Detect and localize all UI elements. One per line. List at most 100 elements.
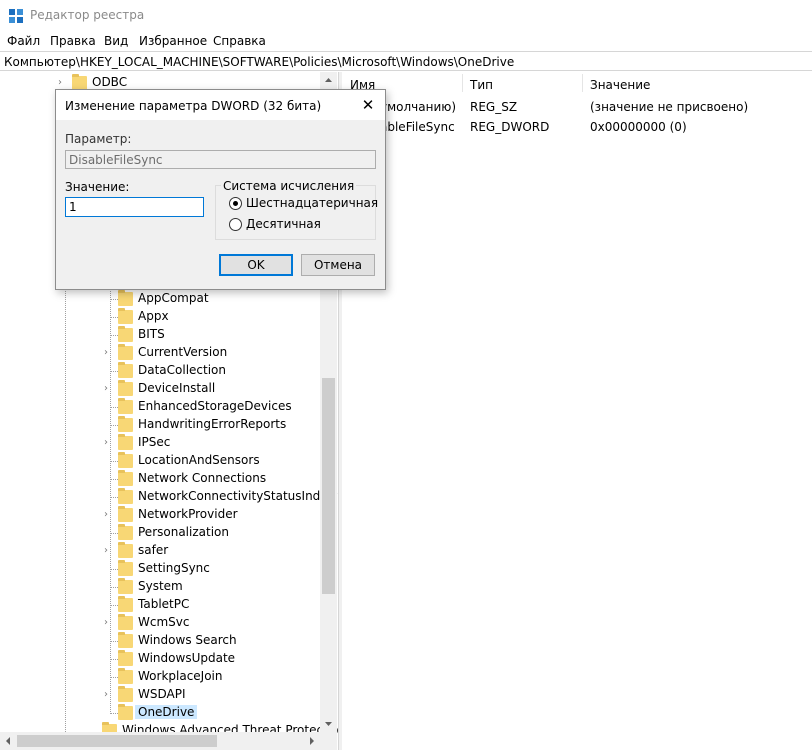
radio-decimal[interactable]: Десятичная <box>229 217 369 233</box>
scroll-right-arrow-icon[interactable] <box>303 732 320 750</box>
radio-hexadecimal[interactable]: Шестнадцатеричная <box>229 196 378 212</box>
scroll-left-arrow-icon[interactable] <box>0 732 17 750</box>
folder-icon <box>118 506 133 522</box>
value-data-input[interactable] <box>65 197 204 217</box>
folder-icon <box>118 416 133 432</box>
tree-node[interactable]: AppCompat <box>104 290 318 308</box>
folder-icon <box>118 596 133 612</box>
menu-bar: Файл Правка Вид Избранное Справка <box>0 31 812 51</box>
menu-file[interactable]: Файл <box>7 34 40 48</box>
tree-node-label: WorkplaceJoin <box>138 669 223 683</box>
folder-icon <box>72 74 87 90</box>
tree-node[interactable]: Personalization <box>104 524 318 542</box>
close-icon[interactable]: ✕ <box>356 94 380 116</box>
base-groupbox-title: Система исчисления <box>221 179 357 193</box>
chevron-right-icon[interactable]: › <box>58 78 68 88</box>
tree-horizontal-scrollbar[interactable] <box>0 732 337 750</box>
folder-icon <box>118 470 133 486</box>
tree-node-label: Windows Search <box>138 633 237 647</box>
cancel-button[interactable]: Отмена <box>301 254 375 276</box>
value-data: (значение не присвоено) <box>590 100 749 114</box>
radio-button-checked[interactable] <box>229 197 242 210</box>
tree-node-label: NetworkProvider <box>138 507 238 521</box>
chevron-right-icon[interactable]: › <box>104 438 114 448</box>
folder-icon <box>118 578 133 594</box>
tree-node[interactable]: EnhancedStorageDevices <box>104 398 318 416</box>
scroll-down-arrow-icon[interactable] <box>320 715 337 732</box>
tree-node-label: AppCompat <box>138 291 209 305</box>
tree-node-label: ODBC <box>92 75 128 89</box>
tree-node[interactable]: DataCollection <box>104 362 318 380</box>
scroll-up-arrow-icon[interactable] <box>320 72 337 89</box>
tree-node[interactable]: Network Connections <box>104 470 318 488</box>
scrollbar-thumb[interactable] <box>17 735 217 747</box>
tree-node[interactable]: TabletPC <box>104 596 318 614</box>
tree-node-label: HandwritingErrorReports <box>138 417 287 431</box>
folder-icon <box>118 524 133 540</box>
tree-node[interactable]: LocationAndSensors <box>104 452 318 470</box>
tree-node[interactable]: HandwritingErrorReports <box>104 416 318 434</box>
tree-node[interactable]: SettingSync <box>104 560 318 578</box>
tree-node[interactable]: WorkplaceJoin <box>104 668 318 686</box>
folder-icon <box>118 434 133 450</box>
folder-icon <box>118 686 133 702</box>
tree-node[interactable]: System <box>104 578 318 596</box>
tree-node-label: WindowsUpdate <box>138 651 236 665</box>
menu-edit[interactable]: Правка <box>50 34 96 48</box>
address-bar[interactable]: Компьютер\HKEY_LOCAL_MACHINE\SOFTWARE\Po… <box>0 51 812 71</box>
param-name-label: Параметр: <box>65 132 132 146</box>
ok-button[interactable]: OK <box>219 254 293 276</box>
value-data: 0x00000000 (0) <box>590 120 687 134</box>
folder-icon <box>118 488 133 504</box>
tree-node[interactable]: › IPSec <box>104 434 318 452</box>
folder-icon <box>118 308 133 324</box>
chevron-right-icon[interactable]: › <box>104 690 114 700</box>
tree-node[interactable]: › DeviceInstall <box>104 380 318 398</box>
menu-favorites[interactable]: Избранное <box>139 34 207 48</box>
radio-button[interactable] <box>229 218 242 231</box>
chevron-right-icon[interactable]: › <box>104 618 114 628</box>
tree-node[interactable]: Appx <box>104 308 318 326</box>
folder-icon <box>118 668 133 684</box>
values-list[interactable]: Имя Тип Значение умолчанию) REG_SZ (знач… <box>342 72 812 750</box>
chevron-right-icon[interactable]: › <box>104 348 114 358</box>
value-type: REG_SZ <box>470 100 518 114</box>
registry-editor-icon <box>9 9 23 23</box>
tree-node[interactable]: BITS <box>104 326 318 344</box>
tree-node-label: DeviceInstall <box>138 381 216 395</box>
tree-node-label: BITS <box>138 327 165 341</box>
folder-icon <box>118 326 133 342</box>
chevron-right-icon[interactable]: › <box>104 546 114 556</box>
column-header-data[interactable]: Значение <box>590 78 650 92</box>
chevron-right-icon[interactable]: › <box>104 384 114 394</box>
value-name: ableFileSync <box>380 120 455 134</box>
tree-node[interactable]: › NetworkProvider <box>104 506 318 524</box>
tree-node-label: Network Connections <box>138 471 267 485</box>
tree-node[interactable]: › WcmSvc <box>104 614 318 632</box>
menu-view[interactable]: Вид <box>104 34 128 48</box>
tree-node[interactable]: OneDrive <box>104 704 318 722</box>
dialog-titlebar[interactable]: Изменение параметра DWORD (32 бита) ✕ <box>56 90 385 120</box>
tree-node-label: DataCollection <box>138 363 227 377</box>
tree-node[interactable]: › WSDAPI <box>104 686 318 704</box>
tree-node-label: WcmSvc <box>138 615 190 629</box>
tree-node[interactable]: NetworkConnectivityStatusIndicat <box>104 488 338 506</box>
scrollbar-thumb[interactable] <box>322 378 335 594</box>
column-separator[interactable] <box>582 74 583 92</box>
tree-node-label: Appx <box>138 309 169 323</box>
tree-node[interactable]: Windows Search <box>104 632 318 650</box>
address-path[interactable]: Компьютер\HKEY_LOCAL_MACHINE\SOFTWARE\Po… <box>4 55 514 69</box>
tree-node-label: LocationAndSensors <box>138 453 260 467</box>
tree-node-label: WSDAPI <box>138 687 186 701</box>
chevron-right-icon[interactable]: › <box>104 510 114 520</box>
tree-node[interactable]: WindowsUpdate <box>104 650 318 668</box>
tree-node[interactable]: › CurrentVersion <box>104 344 318 362</box>
menu-help[interactable]: Справка <box>213 34 266 48</box>
folder-icon <box>118 542 133 558</box>
dialog-title: Изменение параметра DWORD (32 бита) <box>65 99 322 113</box>
folder-icon <box>118 290 133 306</box>
window-title: Редактор реестра <box>30 8 145 22</box>
column-separator[interactable] <box>462 74 463 92</box>
column-header-type[interactable]: Тип <box>470 78 493 92</box>
tree-node[interactable]: › safer <box>104 542 318 560</box>
